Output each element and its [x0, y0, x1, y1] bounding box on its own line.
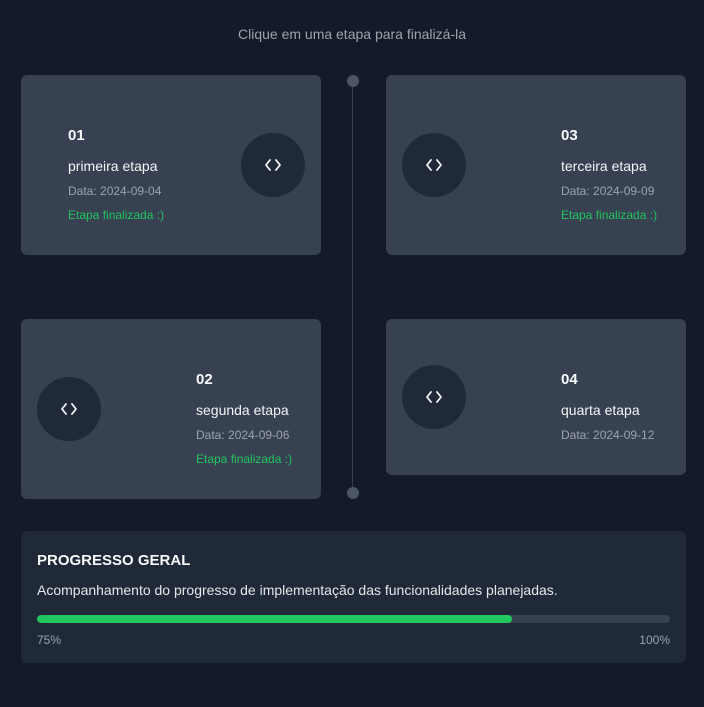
step-title: terceira etapa — [561, 158, 647, 174]
progress-max-label: 100% — [639, 633, 670, 647]
step-date: Data: 2024-09-06 — [196, 428, 290, 442]
timeline-line — [352, 80, 353, 492]
timeline-end-dot — [347, 487, 359, 499]
instruction-text: Clique em uma etapa para finalizá-la — [237, 26, 466, 42]
timeline-start-dot — [347, 75, 359, 87]
progress-description: Acompanhamento do progresso de implement… — [37, 582, 558, 598]
step-number: 03 — [561, 127, 578, 144]
progress-current-label: 75% — [37, 633, 62, 647]
step-status: Etapa finalizada :) — [196, 452, 293, 466]
step-title: segunda etapa — [196, 402, 289, 418]
step-number: 02 — [196, 371, 213, 388]
step-icon-circle — [37, 377, 101, 441]
step-card-01[interactable]: 01 primeira etapa Data: 2024-09-04 Etapa… — [21, 75, 321, 255]
step-icon-circle — [402, 133, 466, 197]
step-icon-circle — [241, 133, 305, 197]
progress-panel: PROGRESSO GERAL Acompanhamento do progre… — [21, 531, 686, 663]
progress-title: PROGRESSO GERAL — [37, 552, 191, 569]
step-date: Data: 2024-09-12 — [561, 428, 655, 442]
code-icon — [61, 403, 77, 415]
code-icon — [426, 391, 442, 403]
code-icon — [265, 159, 281, 171]
progress-bar — [37, 615, 670, 623]
progress-bar-fill — [37, 615, 512, 623]
step-number: 04 — [561, 371, 578, 388]
step-status: Etapa finalizada :) — [561, 208, 658, 222]
step-number: 01 — [68, 127, 85, 144]
step-card-03[interactable]: 03 terceira etapa Data: 2024-09-09 Etapa… — [386, 75, 686, 255]
step-date: Data: 2024-09-09 — [561, 184, 655, 198]
step-date: Data: 2024-09-04 — [68, 184, 162, 198]
step-card-04[interactable]: 04 quarta etapa Data: 2024-09-12 — [386, 319, 686, 475]
step-icon-circle — [402, 365, 466, 429]
code-icon — [426, 159, 442, 171]
step-status: Etapa finalizada :) — [68, 208, 165, 222]
step-card-02[interactable]: 02 segunda etapa Data: 2024-09-06 Etapa … — [21, 319, 321, 499]
step-title: quarta etapa — [561, 402, 640, 418]
step-title: primeira etapa — [68, 158, 158, 174]
